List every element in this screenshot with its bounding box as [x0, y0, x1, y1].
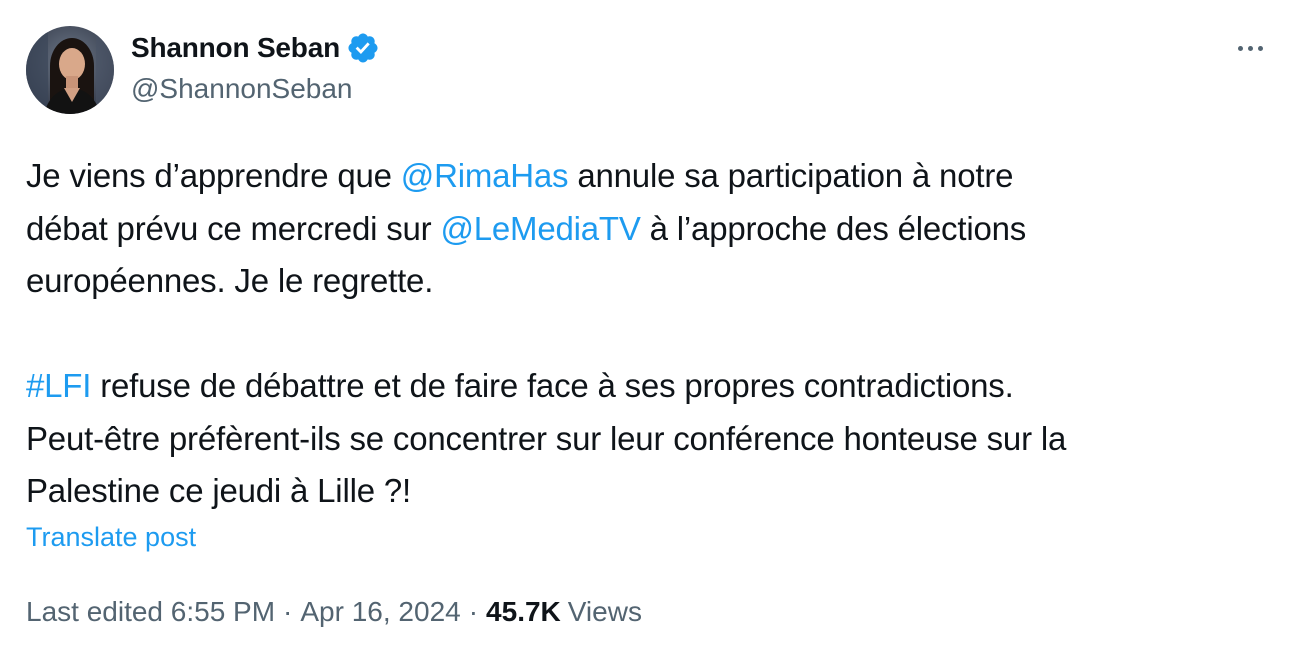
views-label: Views — [567, 596, 642, 627]
more-dot — [1247, 45, 1253, 51]
more-dot — [1257, 45, 1263, 51]
tweet-text: Je viens d’apprendre que @RimaHas annule… — [26, 150, 1276, 518]
text-segment: débat prévu ce mercredi sur — [26, 209, 441, 247]
text-segment: refuse de débattre et de faire face à se… — [91, 367, 1014, 404]
tweet-line: #LFI refuse de débattre et de faire face… — [26, 360, 1276, 413]
tweet-line: Je viens d’apprendre que @RimaHas annule… — [26, 150, 1276, 203]
tweet-card: Shannon Seban @ShannonSeban Je viens d’a… — [0, 0, 1298, 668]
author-display-name[interactable]: Shannon Seban — [131, 32, 340, 64]
tweet-line: débat prévu ce mercredi sur @LeMediaTV à… — [26, 203, 1276, 256]
avatar[interactable] — [26, 26, 114, 114]
tweet-line: européennes. Je le regrette. — [26, 262, 434, 299]
avatar-image — [26, 26, 114, 114]
mention-link[interactable]: @LeMediaTV — [440, 210, 640, 247]
more-dot — [1237, 45, 1243, 51]
hashtag-link[interactable]: #LFI — [26, 367, 91, 404]
tweet-line: Peut-être préfèrent-ils se concentrer su… — [26, 419, 1067, 457]
translate-post-link[interactable]: Translate post — [26, 522, 196, 553]
tweet-line: Palestine ce jeudi à Lille ?! — [26, 472, 411, 509]
tweet-metadata: Last edited 6:55 PM · Apr 16, 2024 · 45.… — [26, 596, 642, 628]
author-handle[interactable]: @ShannonSeban — [131, 73, 353, 105]
separator: · — [283, 596, 293, 627]
views-count: 45.7K — [486, 596, 561, 627]
post-date[interactable]: Apr 16, 2024 — [300, 596, 460, 628]
more-options-icon[interactable] — [1228, 32, 1272, 64]
separator: · — [468, 596, 479, 627]
text-segment: annule sa participation à notre — [568, 157, 1014, 194]
verified-badge-icon[interactable] — [346, 31, 380, 65]
author-name-row: Shannon Seban — [131, 28, 380, 68]
text-segment: à l’approche des élections — [640, 209, 1027, 247]
mention-link[interactable]: @RimaHas — [401, 157, 569, 194]
last-edited-timestamp[interactable]: Last edited 6:55 PM — [26, 596, 275, 628]
text-segment: Je viens d’apprendre que — [26, 157, 401, 194]
